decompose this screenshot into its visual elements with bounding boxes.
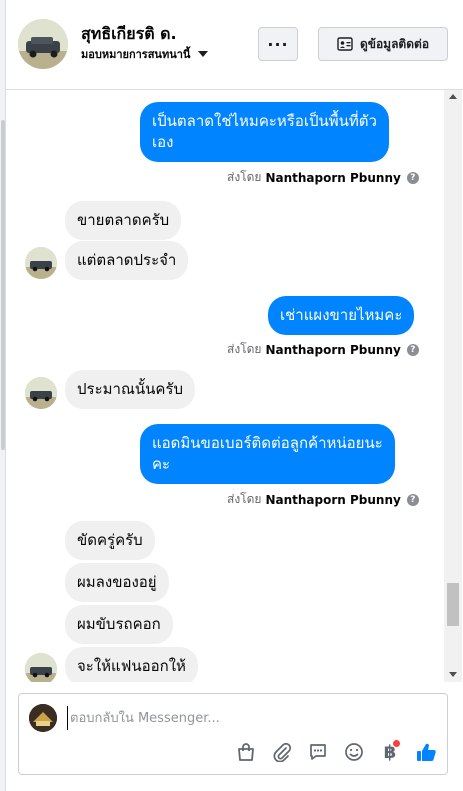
- composer-toolbar: ฿: [234, 740, 438, 764]
- contact-avatar[interactable]: [18, 19, 68, 69]
- message-text: เอง: [152, 133, 174, 151]
- info-icon[interactable]: ?: [406, 171, 419, 184]
- contact-name[interactable]: สุทธิเกียรติ ด.: [81, 22, 177, 47]
- message-bubble-incoming[interactable]: ขายตลาดครับ: [65, 201, 182, 240]
- message-bubble-incoming[interactable]: จะให้แฟนออกให้: [65, 647, 198, 682]
- info-icon[interactable]: ?: [406, 493, 419, 506]
- thumbs-up-icon[interactable]: [414, 740, 438, 764]
- sent-by-line: ส่งโดย Nanthaporn Pbunny ?: [227, 490, 419, 509]
- message-bubble-outgoing[interactable]: แอดมินขอเบอร์ติดต่อลูกค้าหน่อยนะ คะ: [140, 424, 395, 484]
- shopping-bag-icon[interactable]: [234, 740, 258, 764]
- paperclip-icon[interactable]: [270, 740, 294, 764]
- more-options-button[interactable]: ···: [258, 27, 298, 61]
- sender-avatar: [25, 377, 57, 409]
- sent-by-author: Nanthaporn Pbunny: [265, 170, 401, 185]
- page-avatar: [29, 704, 57, 732]
- sent-by-line: ส่งโดย Nanthaporn Pbunny ?: [227, 340, 419, 359]
- reply-composer: ฿: [18, 693, 448, 775]
- thread-scrollbar[interactable]: [444, 90, 462, 682]
- scroll-down-icon[interactable]: [449, 672, 457, 677]
- view-contact-label: ดูข้อมูลติดต่อ: [359, 36, 430, 51]
- info-icon[interactable]: ?: [406, 343, 419, 356]
- messenger-conversation: สุทธิเกียรติ ด. มอบหมายการสนทนานี้ ··· ด…: [0, 0, 463, 791]
- sent-by-author: Nanthaporn Pbunny: [265, 492, 401, 507]
- message-bubble-incoming[interactable]: ขัดครู่ครับ: [65, 521, 155, 560]
- contact-card-icon: [337, 37, 353, 51]
- scroll-up-icon[interactable]: [449, 94, 457, 99]
- message-bubble-incoming[interactable]: ประมาณนั้นครับ: [65, 370, 195, 409]
- sent-by-author: Nanthaporn Pbunny: [265, 342, 401, 357]
- scroll-thumb[interactable]: [447, 583, 459, 626]
- quick-reply-icon[interactable]: [306, 740, 330, 764]
- sent-by-prefix: ส่งโดย: [227, 342, 262, 356]
- assign-conversation-dropdown[interactable]: มอบหมายการสนทนานี้: [81, 45, 209, 63]
- reply-input[interactable]: [67, 706, 427, 730]
- emoji-icon[interactable]: [342, 740, 366, 764]
- sender-avatar: [25, 247, 57, 279]
- message-bubble-outgoing[interactable]: เป็นตลาดใช่ไหมคะหรือเป็นพื้นที่ตัว เอง: [140, 102, 389, 162]
- notification-dot: [393, 740, 400, 747]
- message-bubble-incoming[interactable]: แต่ตลาดประจำ: [65, 241, 189, 280]
- message-bubble-incoming[interactable]: ผมขับรถคอก: [65, 605, 173, 644]
- message-bubble-incoming[interactable]: ผมลงของอยู่: [65, 563, 169, 602]
- baht-payment-icon[interactable]: ฿: [378, 740, 402, 764]
- sent-by-prefix: ส่งโดย: [227, 492, 262, 506]
- message-thread: เป็นตลาดใช่ไหมคะหรือเป็นพื้นที่ตัว เอง ส…: [6, 90, 463, 682]
- conversation-header: สุทธิเกียรติ ด. มอบหมายการสนทนานี้ ··· ด…: [6, 0, 463, 90]
- message-text: แอดมินขอเบอร์ติดต่อลูกค้าหน่อยนะ: [152, 434, 383, 452]
- message-text: คะ: [152, 455, 171, 473]
- view-contact-button[interactable]: ดูข้อมูลติดต่อ: [318, 27, 448, 61]
- sender-avatar: [25, 653, 57, 682]
- sent-by-prefix: ส่งโดย: [227, 170, 262, 184]
- sent-by-line: ส่งโดย Nanthaporn Pbunny ?: [227, 168, 419, 187]
- left-scroll-thumb[interactable]: [1, 120, 5, 450]
- assign-label: มอบหมายการสนทนานี้: [81, 48, 191, 61]
- chevron-down-icon: [198, 51, 209, 57]
- message-bubble-outgoing[interactable]: เช่าแผงขายไหมคะ: [268, 296, 415, 335]
- message-text: เป็นตลาดใช่ไหมคะหรือเป็นพื้นที่ตัว: [152, 112, 377, 130]
